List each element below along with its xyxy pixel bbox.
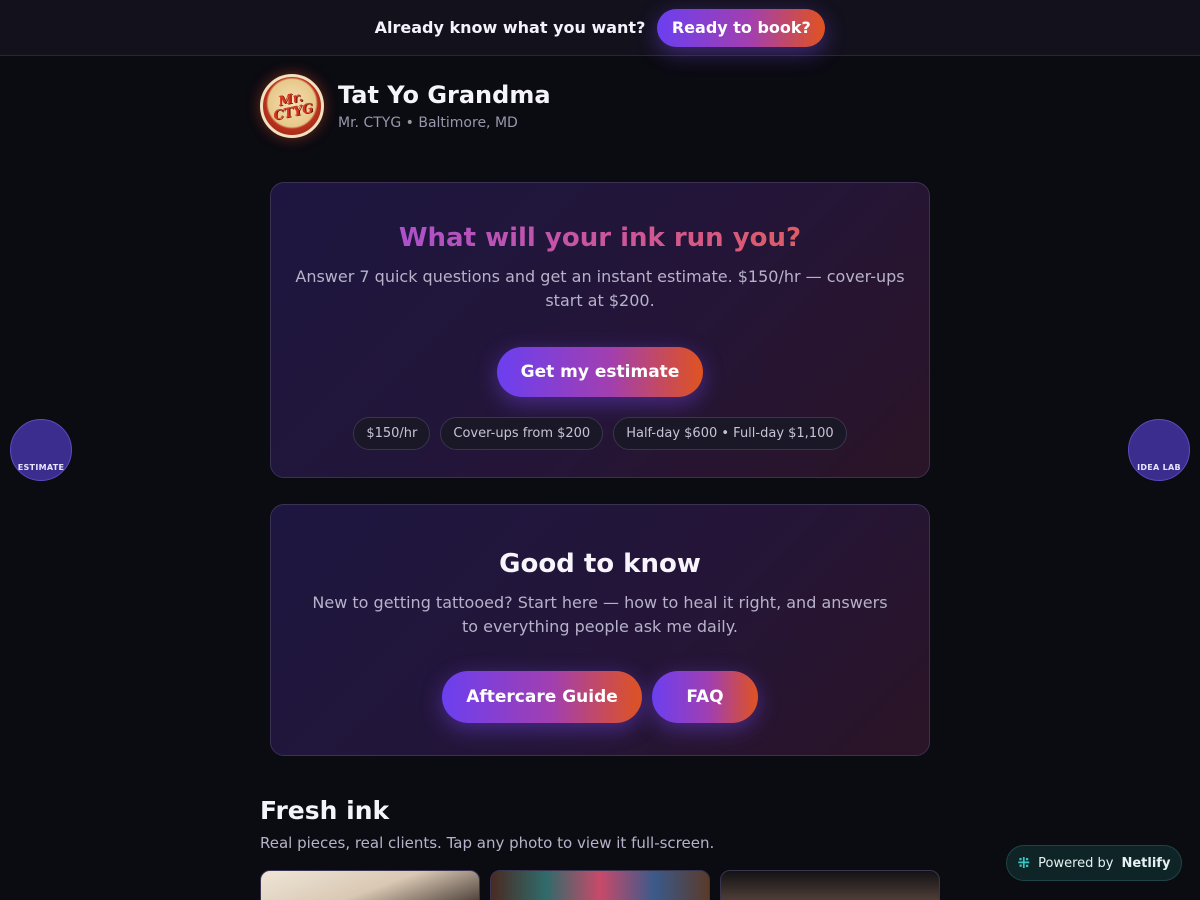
good-to-know-description: New to getting tattooed? Start here — ho… (312, 593, 888, 636)
idea-lab-side-tab[interactable]: IDEA LAB (1128, 419, 1190, 481)
top-banner: Already know what you want? Ready to boo… (0, 0, 1200, 56)
good-to-know-card: Good to know New to getting tattooed? St… (270, 504, 930, 756)
brand-logo[interactable]: Mr. CTYG (260, 74, 324, 138)
gallery-photo[interactable] (260, 870, 480, 900)
info-buttons: Aftercare Guide FAQ (271, 671, 929, 723)
ready-to-book-button[interactable]: Ready to book? (657, 8, 826, 47)
brand-title: Tat Yo Grandma (338, 81, 551, 109)
price-pills: $150/hr Cover-ups from $200 Half-day $60… (271, 417, 929, 450)
estimate-card: What will your ink run you? Answer 7 qui… (270, 182, 930, 478)
gallery-photo[interactable] (720, 870, 940, 900)
brand-subtitle: Mr. CTYG • Baltimore, MD (338, 115, 518, 131)
brand-text: Tat Yo Grandma Mr. CTYG • Baltimore, MD (338, 81, 551, 131)
price-pill-coverups: Cover-ups from $200 (440, 417, 604, 450)
price-pill-day-rates: Half-day $600 • Full-day $1,100 (613, 417, 847, 450)
gallery-grid (260, 870, 940, 900)
gallery-photo[interactable] (490, 870, 710, 900)
badge-brand: Netlify (1121, 855, 1171, 871)
good-to-know-title: Good to know (499, 549, 701, 579)
aftercare-guide-button[interactable]: Aftercare Guide (442, 671, 642, 723)
faq-button[interactable]: FAQ (652, 671, 758, 723)
fresh-ink-subtitle: Real pieces, real clients. Tap any photo… (260, 834, 715, 852)
fresh-ink-title: Fresh ink (260, 796, 390, 825)
badge-prefix: Powered by (1038, 855, 1114, 871)
get-estimate-button[interactable]: Get my estimate (497, 347, 703, 397)
booking-prompt: Already know what you want? (374, 18, 646, 37)
brand-header: Mr. CTYG Tat Yo Grandma Mr. CTYG • Balti… (260, 74, 551, 138)
powered-by-netlify-badge[interactable]: ⁜ Powered by Netlify (1006, 845, 1182, 881)
estimate-side-tab[interactable]: ESTIMATE (10, 419, 72, 481)
logo-text: Mr. CTYG (272, 89, 315, 124)
netlify-icon: ⁜ (1017, 854, 1031, 872)
price-pill-hourly: $150/hr (353, 417, 431, 450)
estimate-description: Answer 7 quick questions and get an inst… (295, 267, 905, 310)
estimate-title: What will your ink run you? (271, 223, 929, 253)
